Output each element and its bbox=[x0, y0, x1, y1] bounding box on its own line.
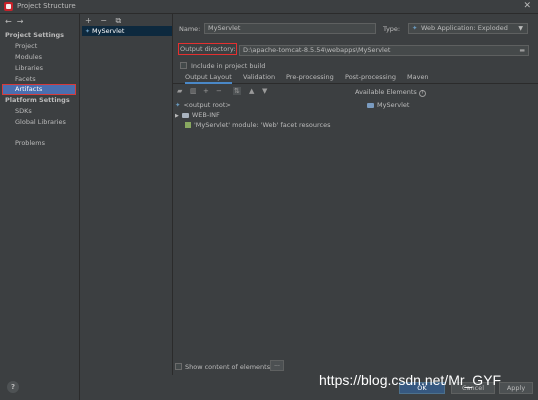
output-directory-value: D:\apache-tomcat-8.5.54\webapps\MyServle… bbox=[243, 46, 391, 54]
remove-icon[interactable]: − bbox=[100, 16, 107, 25]
artifact-list-panel: + − ⧉ ✦ MyServlet bbox=[81, 14, 173, 375]
move-down-icon[interactable]: ▼ bbox=[262, 87, 267, 95]
output-directory-field[interactable]: D:\apache-tomcat-8.5.54\webapps\MyServle… bbox=[239, 45, 529, 56]
tab-validation[interactable]: Validation bbox=[243, 73, 275, 81]
available-row-myservlet[interactable]: MyServlet bbox=[367, 101, 409, 109]
expand-arrow-icon[interactable]: ▶ bbox=[175, 113, 179, 119]
tab-post-processing[interactable]: Post-processing bbox=[345, 73, 396, 81]
add-copy-icon[interactable]: + bbox=[203, 87, 209, 95]
type-dropdown[interactable]: ✦ Web Application: Exploded ▼ bbox=[408, 23, 528, 34]
archive-icon[interactable]: ▥ bbox=[190, 87, 197, 95]
intellij-app-icon bbox=[4, 2, 13, 11]
name-field[interactable]: MyServlet bbox=[204, 23, 376, 34]
artifact-icon: ✦ bbox=[85, 28, 91, 35]
chevron-down-icon: ▼ bbox=[518, 25, 523, 32]
sidebar-item-sdks[interactable]: SDKs bbox=[15, 107, 32, 115]
close-icon[interactable]: ✕ bbox=[523, 1, 531, 11]
folder-icon bbox=[181, 112, 189, 118]
tab-bar: Output Layout Validation Pre-processing … bbox=[173, 72, 538, 84]
name-label: Name: bbox=[179, 25, 201, 33]
tree-row-output-root[interactable]: ✦ <output root> bbox=[175, 101, 231, 109]
globe-icon: ✦ bbox=[175, 101, 181, 109]
sidebar-item-project[interactable]: Project bbox=[15, 42, 37, 50]
tab-maven[interactable]: Maven bbox=[407, 73, 429, 81]
browse-folder-icon[interactable]: ▬ bbox=[519, 46, 525, 55]
type-icon: ✦ bbox=[412, 24, 418, 32]
window-title: Project Structure bbox=[17, 2, 76, 10]
type-label: Type: bbox=[383, 25, 401, 33]
sort-icon[interactable]: ⇅ bbox=[233, 87, 241, 95]
web-inf-label: WEB-INF bbox=[191, 111, 220, 119]
sidebar-item-artifacts[interactable]: Artifacts bbox=[2, 84, 76, 95]
show-content-label: Show content of elements bbox=[185, 363, 271, 371]
project-settings-header: Project Settings bbox=[5, 31, 64, 39]
add-icon[interactable]: + bbox=[85, 16, 92, 25]
list-item-artifact[interactable]: ✦ MyServlet bbox=[82, 26, 172, 36]
sidebar-item-libraries[interactable]: Libraries bbox=[15, 64, 43, 72]
show-content-checkbox[interactable] bbox=[175, 363, 182, 370]
available-elements-label: Available Elements bbox=[355, 88, 417, 96]
layout-toolbar: ▰ ▥ + − ⇅ ▲ ▼ Available Elements ? bbox=[173, 86, 538, 98]
sidebar-item-global-libraries[interactable]: Global Libraries bbox=[15, 118, 66, 126]
module-folder-icon bbox=[367, 102, 374, 108]
help-question-icon[interactable]: ? bbox=[418, 90, 426, 97]
type-value: Web Application: Exploded bbox=[421, 24, 508, 32]
tab-output-layout[interactable]: Output Layout bbox=[185, 73, 232, 84]
output-directory-label: Output directory: bbox=[178, 43, 238, 55]
sidebar-item-modules[interactable]: Modules bbox=[15, 53, 42, 61]
artifact-list-toolbar: + − ⧉ bbox=[85, 16, 127, 26]
move-up-icon[interactable]: ▲ bbox=[249, 87, 254, 95]
settings-sidebar: ←→ Project Settings Project Modules Libr… bbox=[0, 14, 80, 400]
available-elements-header: Available Elements ? bbox=[355, 88, 426, 97]
sidebar-item-facets[interactable]: Facets bbox=[15, 75, 36, 83]
platform-settings-header: Platform Settings bbox=[5, 96, 70, 104]
sidebar-item-problems[interactable]: Problems bbox=[15, 139, 45, 147]
facet-resources-label: 'MyServlet' module: 'Web' facet resource… bbox=[194, 121, 331, 129]
help-icon[interactable]: ? bbox=[7, 381, 19, 393]
output-root-label: <output root> bbox=[183, 101, 231, 109]
title-bar: Project Structure ✕ bbox=[0, 0, 538, 14]
facet-icon bbox=[185, 122, 191, 128]
watermark-text: https://blog.csdn.net/Mr_GYF bbox=[319, 372, 502, 388]
create-directory-icon[interactable]: ▰ bbox=[177, 87, 182, 95]
artifact-detail-panel: Name: MyServlet Type: ✦ Web Application:… bbox=[173, 14, 538, 375]
tree-row-facet-resources[interactable]: 'MyServlet' module: 'Web' facet resource… bbox=[185, 121, 330, 129]
copy-icon[interactable]: ⧉ bbox=[116, 16, 122, 25]
artifact-name: MyServlet bbox=[92, 27, 125, 35]
back-forward-icon[interactable]: ←→ bbox=[5, 17, 28, 26]
more-options-button[interactable]: ... bbox=[270, 360, 284, 371]
tab-pre-processing[interactable]: Pre-processing bbox=[286, 73, 334, 81]
include-in-build-label: Include in project build bbox=[191, 62, 266, 70]
apply-button[interactable]: Apply bbox=[499, 382, 533, 394]
available-module-label: MyServlet bbox=[377, 101, 410, 109]
include-in-build-checkbox[interactable] bbox=[180, 62, 187, 69]
remove-element-icon[interactable]: − bbox=[216, 87, 222, 95]
tree-row-web-inf[interactable]: ▶ WEB-INF bbox=[175, 111, 220, 119]
